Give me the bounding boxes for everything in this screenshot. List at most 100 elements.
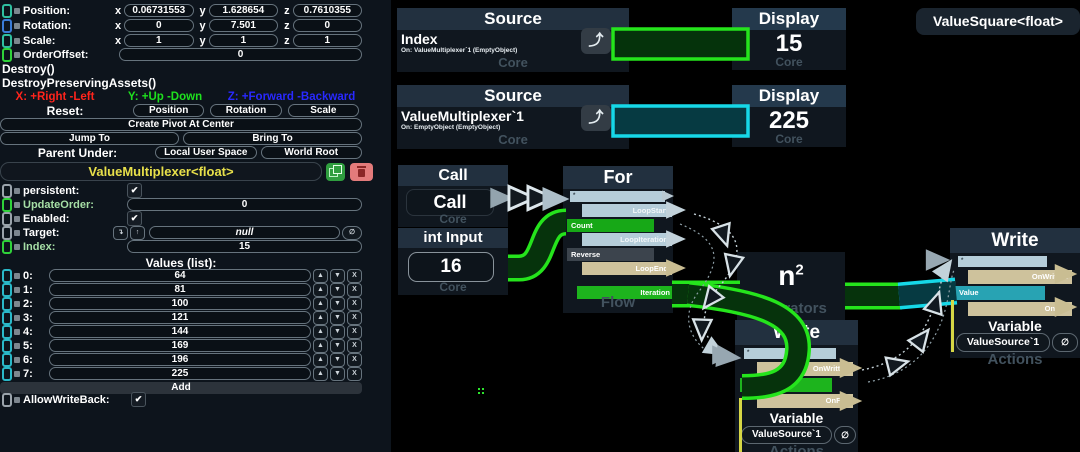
update-order-field[interactable]: 0 (127, 198, 362, 211)
value-field[interactable]: 81 (49, 283, 311, 296)
position-x-field[interactable]: 0.06731553 (124, 4, 193, 17)
world-root-button[interactable]: World Root (261, 146, 363, 159)
node-source-multiplexer[interactable]: Source ValueMultiplexer`1 On: EmptyObjec… (397, 85, 629, 149)
target-clear-button[interactable]: ∅ (342, 226, 362, 240)
wire-index-to-display[interactable] (613, 29, 748, 59)
scale-y-field[interactable]: 1 (209, 34, 278, 47)
node-write-right[interactable]: Write * OnWritten Value OnFail Variable … (950, 228, 1080, 358)
add-button[interactable]: Add (0, 382, 362, 394)
scale-z-field[interactable]: 1 (293, 34, 362, 47)
drag-handle-icon[interactable] (14, 8, 20, 14)
clear-reference-button[interactable]: ∅ (1052, 333, 1078, 352)
clear-reference-button[interactable]: ∅ (834, 426, 856, 444)
onfail-output-port[interactable]: OnFail (757, 394, 853, 408)
drag-handle-icon[interactable] (14, 230, 20, 236)
drag-handle-icon[interactable] (14, 23, 20, 29)
destroy-button[interactable]: Destroy() (2, 62, 55, 75)
enabled-checkbox[interactable]: ✔ (127, 211, 142, 226)
rotation-z-field[interactable]: 0 (293, 19, 362, 32)
drag-handle-icon[interactable] (14, 357, 20, 363)
impulse-input-port[interactable]: * (958, 256, 1047, 267)
remove-button[interactable]: X (347, 339, 362, 353)
remove-button[interactable]: X (347, 311, 362, 325)
onwritten-output-port[interactable]: OnWritten (968, 270, 1072, 284)
duplicate-icon[interactable] (326, 163, 345, 181)
value-input-port[interactable]: Value (740, 378, 832, 392)
remove-button[interactable]: X (347, 325, 362, 339)
node-source-index[interactable]: Source Index On: ValueMultiplexer`1 (Emp… (397, 8, 629, 72)
impulse-input-port[interactable]: * (744, 348, 836, 359)
rotation-x-field[interactable]: 0 (124, 19, 193, 32)
target-field[interactable]: null (149, 226, 340, 239)
component-title[interactable]: ValueMultiplexer<float> (0, 162, 322, 181)
reset-rotation-button[interactable]: Rotation (210, 104, 281, 117)
move-down-button[interactable]: ▼ (330, 269, 345, 283)
drag-handle-icon[interactable] (14, 202, 20, 208)
order-offset-field[interactable]: 0 (119, 48, 362, 61)
move-down-button[interactable]: ▼ (330, 311, 345, 325)
drag-handle-icon[interactable] (14, 244, 20, 250)
move-down-button[interactable]: ▼ (330, 367, 345, 381)
drag-handle-icon[interactable] (14, 188, 20, 194)
count-input-port[interactable]: Count (567, 219, 654, 232)
move-down-button[interactable]: ▼ (330, 353, 345, 367)
node-int-input[interactable]: int Input 16 Core (398, 228, 508, 295)
destroy-preserving-assets-button[interactable]: DestroyPreservingAssets() (2, 76, 156, 89)
move-down-button[interactable]: ▼ (330, 339, 345, 353)
drag-handle-icon[interactable] (14, 397, 20, 403)
drag-handle-icon[interactable] (14, 287, 20, 293)
wire-onwritten-to-write[interactable] (862, 254, 960, 382)
remove-button[interactable]: X (347, 353, 362, 367)
position-z-field[interactable]: 0.7610355 (293, 4, 362, 17)
int-input-field[interactable]: 16 (408, 252, 494, 282)
move-up-button[interactable]: ▲ (313, 353, 328, 367)
reverse-input-port[interactable]: Reverse (567, 248, 654, 261)
drag-handle-icon[interactable] (14, 329, 20, 335)
target-up-button[interactable]: ↑ (130, 226, 145, 240)
impulse-input-port[interactable]: * (570, 191, 665, 202)
node-write-bottom[interactable]: Write * OnWritten Value OnFail Variable … (735, 320, 858, 452)
remove-button[interactable]: X (347, 367, 362, 381)
valuesource-reference[interactable]: ValueSource`1 (956, 333, 1050, 352)
valuesource-reference[interactable]: ValueSource`1 (741, 426, 832, 444)
wire-mux-to-display[interactable] (613, 106, 748, 136)
drag-handle-icon[interactable] (14, 343, 20, 349)
remove-button[interactable]: X (347, 297, 362, 311)
jump-to-button[interactable]: Jump To (0, 132, 179, 145)
wire-intinput-to-count[interactable] (508, 222, 566, 268)
move-up-button[interactable]: ▲ (313, 311, 328, 325)
onwritten-output-port[interactable]: OnWritten (757, 362, 853, 376)
reset-position-button[interactable]: Position (133, 104, 204, 117)
index-field[interactable]: 15 (127, 240, 362, 253)
drag-handle-icon[interactable] (14, 273, 20, 279)
position-y-field[interactable]: 1.628654 (209, 4, 278, 17)
node-browser-item-valuesquare[interactable]: ValueSquare<float> (916, 8, 1080, 35)
node-for[interactable]: For * LoopStart Count LoopIteration Reve… (563, 166, 673, 313)
allow-write-back-checkbox[interactable]: ✔ (131, 392, 146, 407)
jump-to-reference-icon[interactable]: ⤴ (581, 28, 611, 54)
onfail-output-port[interactable]: OnFail (968, 302, 1072, 316)
loopend-output-port[interactable]: LoopEnd (582, 262, 672, 275)
drag-handle-icon[interactable] (14, 52, 20, 58)
wire-square-to-write-value[interactable] (845, 291, 956, 296)
remove-button[interactable]: X (347, 269, 362, 283)
move-down-button[interactable]: ▼ (330, 325, 345, 339)
move-up-button[interactable]: ▲ (313, 283, 328, 297)
drag-handle-icon[interactable] (14, 301, 20, 307)
value-field[interactable]: 225 (49, 367, 311, 380)
value-field[interactable]: 144 (49, 325, 311, 338)
move-down-button[interactable]: ▼ (330, 297, 345, 311)
move-down-button[interactable]: ▼ (330, 283, 345, 297)
jump-to-reference-icon[interactable]: ⤴ (581, 105, 611, 131)
move-up-button[interactable]: ▲ (313, 325, 328, 339)
reset-scale-button[interactable]: Scale (288, 104, 359, 117)
value-field[interactable]: 100 (49, 297, 311, 310)
wire-loopiteration-to-write[interactable] (680, 214, 743, 369)
node-display-15[interactable]: Display 15 Core (732, 8, 846, 70)
drag-handle-icon[interactable] (14, 371, 20, 377)
value-field[interactable]: 169 (49, 339, 311, 352)
move-up-button[interactable]: ▲ (313, 269, 328, 283)
local-user-space-button[interactable]: Local User Space (155, 146, 257, 159)
value-field[interactable]: 121 (49, 311, 311, 324)
trash-icon[interactable] (350, 163, 373, 181)
